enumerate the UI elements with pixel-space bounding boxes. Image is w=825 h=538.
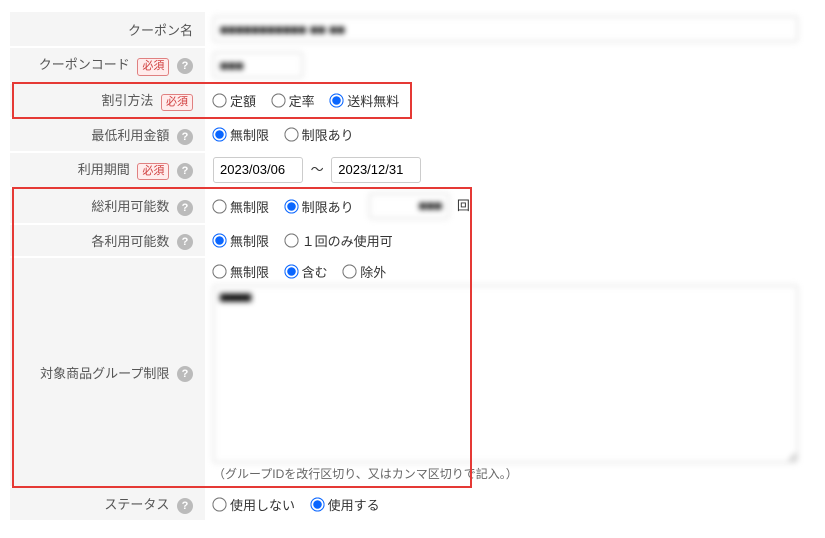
radio-total-limited[interactable]: 制限あり [285,197,354,216]
radio-min-limited[interactable]: 制限あり [285,125,354,144]
radio-total-unlimited[interactable]: 無制限 [213,197,269,216]
row-product-group: 対象商品グループ制限 ? 無制限 含む 除外 （グループIDを改行区切り、又はカ… [10,258,815,486]
product-group-textarea[interactable] [213,285,798,463]
row-total-uses: 総利用可能数 ? 無制限 制限あり 回 [10,189,815,223]
radio-discount-free-shipping[interactable]: 送料無料 [330,91,399,110]
radio-discount-fixed[interactable]: 定額 [213,91,256,110]
label-user-uses: 各利用可能数 [91,234,169,249]
coupon-name-input[interactable] [213,16,798,42]
label-total-uses: 総利用可能数 [91,199,169,214]
required-badge: 必須 [137,163,169,180]
coupon-code-input[interactable] [213,52,303,78]
help-icon[interactable]: ? [177,234,193,250]
help-icon[interactable]: ? [177,58,193,74]
period-from-input[interactable] [213,157,303,183]
help-icon[interactable]: ? [177,498,193,514]
radio-group-include[interactable]: 含む [285,262,328,281]
label-product-group: 対象商品グループ制限 [40,366,169,381]
radio-user-unlimited[interactable]: 無制限 [213,231,269,250]
row-discount-method: 割引方法 必須 定額 定率 送料無料 [10,84,815,117]
radio-discount-rate[interactable]: 定率 [272,91,315,110]
radio-status-off[interactable]: 使用しない [213,495,295,514]
row-min-amount: 最低利用金額 ? 無制限 制限あり [10,119,815,151]
radio-group-exclude[interactable]: 除外 [343,262,386,281]
radio-group-unlimited[interactable]: 無制限 [213,262,269,281]
row-user-uses: 各利用可能数 ? 無制限 １回のみ使用可 [10,225,815,257]
radio-user-once[interactable]: １回のみ使用可 [285,231,393,250]
required-badge: 必須 [161,94,193,111]
date-range-separator: 〜 [311,162,324,177]
required-badge: 必須 [137,58,169,75]
help-icon[interactable]: ? [177,129,193,145]
period-to-input[interactable] [331,157,421,183]
coupon-settings-form: クーポン名 クーポンコード 必須 ? 割引方法 必須 定額 定率 [10,10,815,522]
row-coupon-name: クーポン名 [10,12,815,46]
row-status: ステータス ? 使用しない 使用する [10,488,815,520]
total-limit-suffix: 回 [457,198,470,213]
label-discount-method: 割引方法 [101,93,153,108]
product-group-hint: （グループIDを改行区切り、又はカンマ区切りで記入。） [213,465,807,482]
label-coupon-code: クーポンコード [39,57,130,72]
help-icon[interactable]: ? [177,163,193,179]
label-min-amount: 最低利用金額 [91,128,169,143]
row-period: 利用期間 必須 ? 〜 [10,153,815,187]
label-status: ステータス [104,497,169,512]
help-icon[interactable]: ? [177,200,193,216]
help-icon[interactable]: ? [177,366,193,382]
label-period: 利用期間 [78,162,130,177]
total-limit-value-input[interactable] [369,193,449,219]
radio-min-unlimited[interactable]: 無制限 [213,125,269,144]
row-coupon-code: クーポンコード 必須 ? [10,48,815,82]
radio-status-on[interactable]: 使用する [311,495,380,514]
label-coupon-name: クーポン名 [128,23,193,38]
